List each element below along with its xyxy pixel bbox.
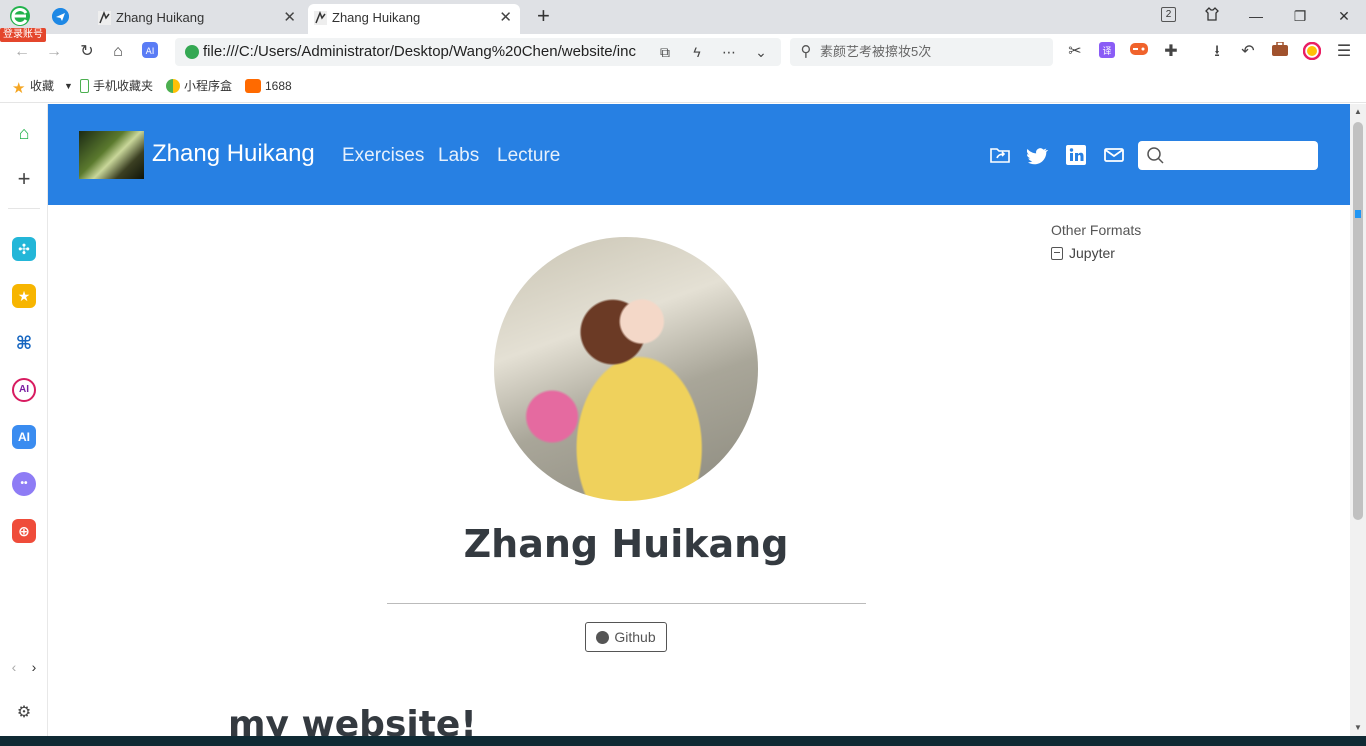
chevron-left-icon[interactable]: ‹ [6,655,22,679]
search-icon [1147,147,1164,164]
scroll-thumb[interactable] [1353,122,1363,520]
close-window-button[interactable]: ✕ [1333,6,1355,26]
bookmark-mobile[interactable]: 手机收藏夹 [80,70,153,103]
cloud-app-icon[interactable]: ✣ [12,237,36,261]
phone-icon [80,79,89,93]
browser-sidebar: ⌂ + ✣ ★ ⌘ AI AI •• ⊕ ‹ › ⚙ [0,104,48,746]
back-icon[interactable]: ← [12,42,32,62]
scroll-up-icon[interactable]: ▲ [1353,107,1363,117]
page-scrollbar[interactable]: ▲ ▼ [1350,104,1366,736]
home-icon[interactable]: ⌂ [108,42,128,62]
ai-color-icon[interactable] [1302,41,1322,62]
minimize-button[interactable]: — [1245,6,1267,26]
tab-count-badge[interactable]: 2 [1161,7,1176,22]
sidebar-divider [8,208,40,209]
translate-ext-icon[interactable]: 译 [1097,42,1117,62]
reload-icon[interactable]: ↻ [77,42,97,62]
jupyter-link[interactable]: Jupyter [1051,245,1115,261]
tab-1[interactable]: Zhang Huikang ✕ [92,4,304,34]
ai-app-icon[interactable]: AI [12,425,36,449]
forward-icon[interactable]: → [44,42,64,62]
address-bar[interactable]: file:///C:/Users/Administrator/Desktop/W… [175,38,781,66]
shirt-skin-icon[interactable] [1201,6,1223,26]
bookmark-favorites[interactable]: ★ 收藏 [12,70,54,103]
browser-logo-icon[interactable] [8,5,32,27]
tab-strip: 登录账号 Zhang Huikang ✕ Zhang Huikang ✕ + 2… [0,0,1366,42]
bookmark-dropdown-icon[interactable]: ▼ [64,70,73,103]
scroll-position-marker [1355,210,1361,218]
site-title[interactable]: Zhang Huikang [152,138,315,170]
tab-favicon-icon [314,11,327,25]
svg-text:AI: AI [146,47,155,57]
site-search-input[interactable] [1138,141,1318,170]
add-icon[interactable]: + [12,167,36,191]
divider [387,603,866,604]
twitter-icon[interactable] [1027,144,1049,166]
nav-labs[interactable]: Labs [438,144,479,168]
download-icon[interactable]: ⭳ [1207,42,1227,62]
nav-exercises[interactable]: Exercises [342,144,424,168]
network-graph-icon[interactable]: ⌘ [12,331,36,355]
tab-close-icon[interactable]: ✕ [499,4,512,32]
send-icon[interactable] [52,8,69,25]
scissors-icon[interactable]: ✂ [1065,42,1085,62]
browser-search-box[interactable]: ⚲ 素颜艺考被擦妆5次 [790,38,1053,66]
os-taskbar [0,736,1366,746]
notebook-icon [1051,247,1063,260]
chat-bot-icon[interactable]: •• [12,472,36,496]
restore-button[interactable]: ❐ [1289,6,1311,26]
briefcase-icon[interactable] [1270,41,1290,62]
home-icon[interactable]: ⌂ [12,121,36,145]
gamepad-icon[interactable]: ⊕ [12,519,36,543]
1688-icon [245,79,261,93]
address-url[interactable]: file:///C:/Users/Administrator/Desktop/W… [203,38,651,66]
github-icon [596,631,610,644]
ai-icon[interactable]: AI [140,42,160,62]
nav-lecture[interactable]: Lecture [497,144,560,168]
miniprogram-icon [166,79,180,93]
site-navbar: Zhang Huikang Exercises Labs Lecture [48,104,1350,205]
chevron-down-icon[interactable]: ⌄ [751,42,771,62]
tab-close-icon[interactable]: ✕ [283,4,296,32]
extensions-puzzle-icon[interactable]: ✚ [1161,42,1181,62]
mail-icon[interactable] [1103,144,1125,166]
profile-name: Zhang Huikang [463,522,789,566]
tab-title: Zhang Huikang [116,10,205,25]
tab-2[interactable]: Zhang Huikang ✕ [308,4,520,34]
svg-text:译: 译 [1102,46,1111,57]
bookmark-1688[interactable]: 1688 [245,70,292,103]
bookmark-miniprogram[interactable]: 小程序盒 [166,70,232,103]
more-dots-icon[interactable]: ⋯ [719,42,739,62]
lightning-icon[interactable]: ϟ [687,42,707,62]
translate-icon[interactable]: ⧉ [655,42,675,62]
new-tab-button[interactable]: + [537,4,550,28]
tab-favicon-icon [98,11,111,25]
chevron-right-icon[interactable]: › [26,655,42,679]
toolbar: ← → ↻ ⌂ AI file:///C:/Users/Administrato… [0,34,1366,70]
menu-icon[interactable]: ☰ [1334,42,1354,62]
search-suggestion[interactable]: 素颜艺考被擦妆5次 [820,38,931,66]
other-formats-heading: Other Formats [1051,222,1142,238]
linkedin-icon[interactable] [1065,144,1087,166]
login-badge[interactable]: 登录账号 [0,28,46,42]
settings-gear-icon[interactable]: ⚙ [12,701,36,725]
ai-assistant-icon[interactable]: AI [12,378,36,402]
profile-avatar [494,237,758,501]
web-page: Zhang Huikang Exercises Labs Lecture Oth… [48,104,1350,746]
tab-title: Zhang Huikang [332,10,421,25]
secure-shield-icon[interactable] [185,45,199,59]
undo-icon[interactable]: ↶ [1238,42,1258,62]
game-icon[interactable] [1129,42,1149,62]
bookmarks-bar: ★ 收藏 ▼ 手机收藏夹 小程序盒 1688 [0,70,1366,103]
site-logo[interactable] [79,131,144,179]
search-icon: ⚲ [800,43,812,60]
folder-share-icon[interactable] [989,144,1011,166]
github-button[interactable]: Github [585,622,667,652]
scroll-down-icon[interactable]: ▼ [1353,723,1363,733]
star-icon: ★ [12,80,26,97]
favorites-star-icon[interactable]: ★ [12,284,36,308]
